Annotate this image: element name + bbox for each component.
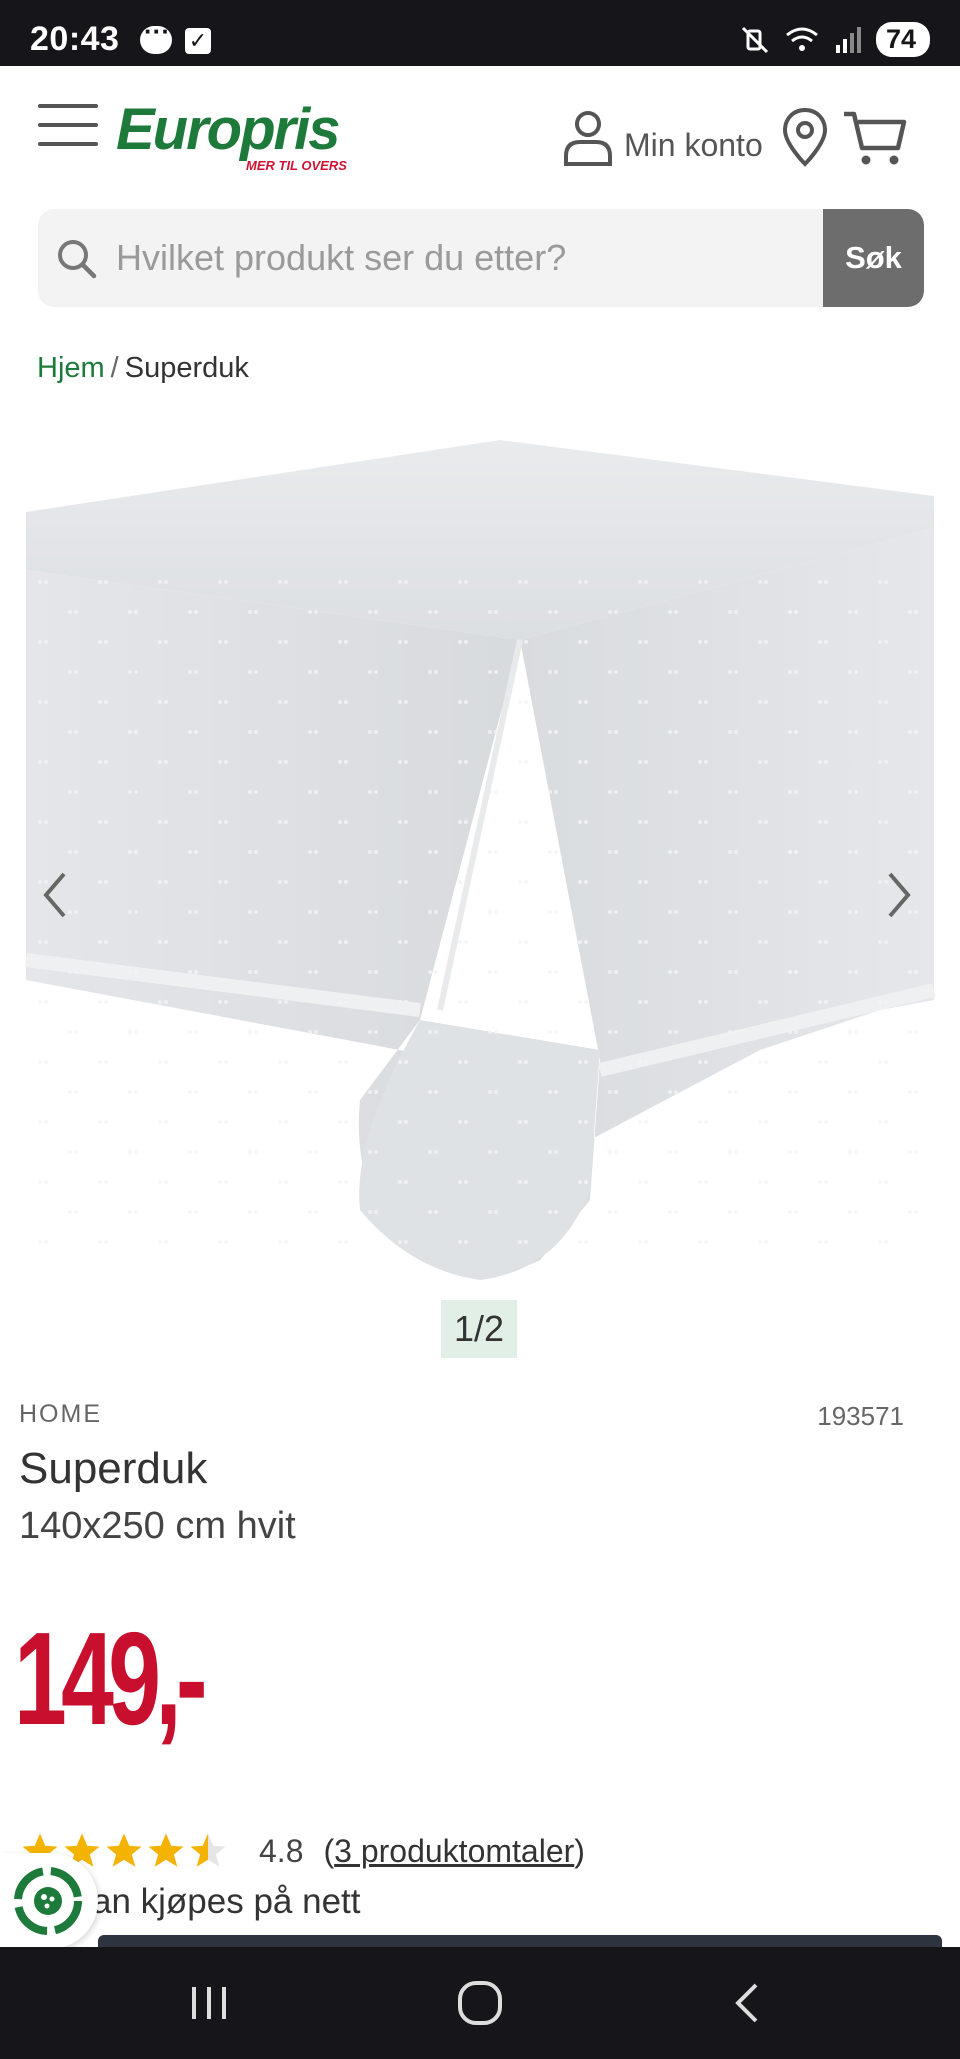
review-link[interactable]: 3 produktomtaler (334, 1833, 574, 1869)
wifi-icon (786, 27, 818, 51)
hamburger-menu-button[interactable] (38, 104, 98, 150)
image-counter: 1/2 (441, 1300, 517, 1358)
menu-line (38, 142, 98, 146)
battery-indicator: 74 (875, 22, 930, 57)
logo-text: Europris (116, 97, 341, 162)
breadcrumb: Hjem / Superduk (37, 352, 249, 385)
star-half-icon (190, 1833, 226, 1867)
account-label: Min konto (624, 127, 763, 163)
status-icons: 74 (740, 22, 930, 57)
product-gallery[interactable]: 1/2 (0, 420, 960, 1360)
breadcrumb-home-link[interactable]: Hjem (37, 352, 105, 384)
back-icon[interactable] (726, 1977, 772, 2029)
review-open-paren: ( (323, 1832, 335, 1869)
search-button[interactable]: Søk (823, 209, 924, 307)
search-input[interactable] (116, 209, 816, 307)
mute-vibrate-icon (741, 26, 769, 53)
product-subtitle: 140x250 cm hvit (19, 1505, 296, 1547)
product-title: Superduk (19, 1444, 208, 1493)
recycle-icon (14, 1867, 82, 1935)
search-icon (58, 240, 97, 279)
menu-line (38, 123, 98, 127)
site-header: Europris MER TIL OVERS Min konto (0, 66, 960, 206)
review-count: (3 produktomtaler) (323, 1833, 584, 1870)
home-icon[interactable] (452, 1977, 508, 2029)
rating-value: 4.8 (259, 1832, 304, 1869)
product-brand[interactable]: HOME (19, 1400, 102, 1429)
menu-line (38, 104, 98, 108)
product-sku: 193571 (817, 1401, 904, 1431)
previous-image-button[interactable] (32, 860, 82, 930)
star-icon (106, 1833, 142, 1867)
user-icon (564, 111, 612, 166)
cart-icon[interactable] (842, 108, 908, 168)
rating-row: 4.8 (3 produktomtaler) (19, 1826, 585, 1876)
online-availability: an kjøpes på nett (92, 1882, 361, 1921)
system-navigation-bar (0, 1947, 960, 2059)
location-pin-icon[interactable] (780, 106, 830, 168)
status-time: 20:43 (30, 20, 120, 58)
signal-icon (835, 26, 861, 53)
europris-logo[interactable]: Europris MER TIL OVERS (116, 97, 347, 180)
status-bar: 20:43 ✓ 74 (0, 0, 960, 66)
breadcrumb-current: Superduk (124, 352, 249, 384)
next-image-button[interactable] (872, 860, 922, 930)
product-price: 149,- (14, 1605, 208, 1752)
message-notification-icon (140, 16, 172, 54)
product-image (25, 440, 936, 1280)
logo-tagline: MER TIL OVERS (246, 158, 347, 173)
star-icon (148, 1833, 184, 1867)
eco-badge[interactable] (0, 1853, 98, 1949)
breadcrumb-separator: / (110, 352, 119, 384)
recent-apps-icon[interactable] (186, 1977, 232, 2029)
account-link[interactable]: Min konto (560, 108, 763, 168)
search-bar: Søk (38, 209, 924, 307)
bottom-bar-edge (98, 1935, 942, 1947)
review-close-paren: ) (574, 1832, 585, 1869)
checkbox-notification-icon: ✓ (185, 28, 211, 54)
